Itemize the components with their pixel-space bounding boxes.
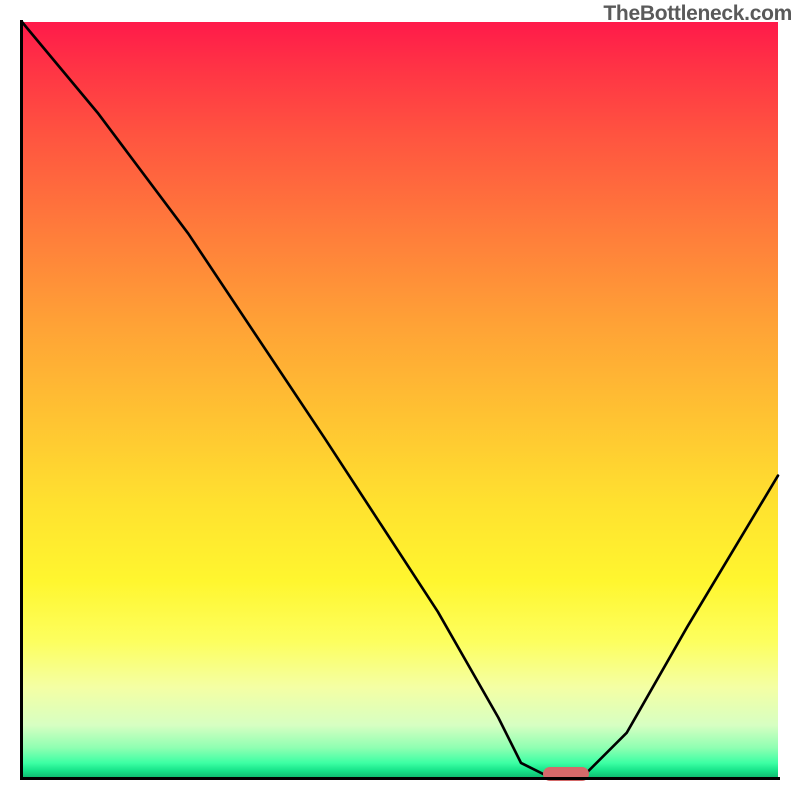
bottleneck-curve bbox=[22, 22, 778, 778]
optimum-marker bbox=[543, 767, 589, 781]
plot-area bbox=[22, 22, 778, 778]
curve-svg bbox=[22, 22, 778, 778]
